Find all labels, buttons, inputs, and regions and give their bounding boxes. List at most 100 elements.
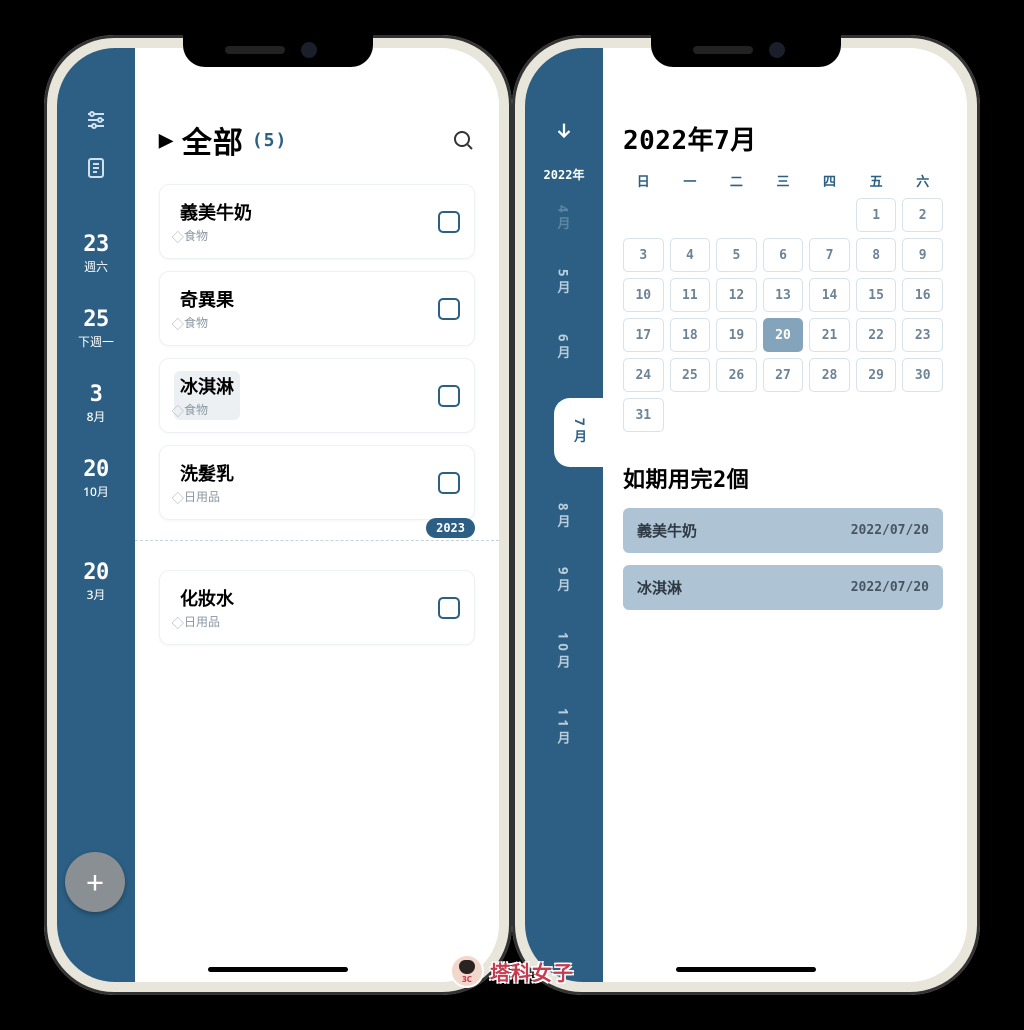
- date-item[interactable]: 38月: [87, 384, 106, 425]
- cal-day[interactable]: 6: [763, 238, 804, 272]
- search-icon[interactable]: [451, 128, 475, 152]
- cal-day[interactable]: 17: [623, 318, 664, 352]
- cal-day[interactable]: 24: [623, 358, 664, 392]
- cal-day[interactable]: 1: [856, 198, 897, 232]
- completed-list: 義美牛奶2022/07/20 冰淇淋2022/07/20: [623, 508, 943, 610]
- date-number: 20: [83, 459, 109, 481]
- item-title: 化妝水: [180, 585, 234, 611]
- cal-day[interactable]: 7: [809, 238, 850, 272]
- cal-day[interactable]: 29: [856, 358, 897, 392]
- cal-day[interactable]: 5: [716, 238, 757, 272]
- card-body: 化妝水 日用品: [174, 583, 240, 632]
- date-item[interactable]: 203月: [83, 562, 109, 603]
- year-label[interactable]: 2022年: [544, 166, 585, 183]
- month-button[interactable]: 8月: [555, 503, 574, 531]
- item-tag: 食物: [180, 401, 234, 418]
- items-list: 義美牛奶 食物 奇異果 食物 冰淇淋 食物 洗髮乳 日用品 化妝水 日用品: [159, 184, 475, 645]
- cal-day[interactable]: 12: [716, 278, 757, 312]
- cal-day[interactable]: 10: [623, 278, 664, 312]
- month-button[interactable]: 5月: [555, 269, 574, 297]
- cal-day[interactable]: 9: [902, 238, 943, 272]
- cal-day[interactable]: 13: [763, 278, 804, 312]
- cal-day[interactable]: 2: [902, 198, 943, 232]
- checkbox[interactable]: [438, 298, 460, 320]
- page-title[interactable]: ▶ 全部 (5): [159, 118, 287, 162]
- item-title: 義美牛奶: [180, 199, 252, 225]
- month-button[interactable]: 10月: [555, 632, 574, 672]
- cal-day[interactable]: 4: [670, 238, 711, 272]
- dow-label: 日: [623, 171, 664, 190]
- item-tag: 日用品: [180, 488, 234, 505]
- dow-label: 四: [809, 171, 850, 190]
- month-button[interactable]: 6月: [555, 334, 574, 362]
- cal-day[interactable]: 31: [623, 398, 664, 432]
- cal-cell-empty: [716, 198, 757, 232]
- cal-day[interactable]: 20: [763, 318, 804, 352]
- item-card[interactable]: 義美牛奶 食物: [159, 184, 475, 259]
- dropdown-triangle-icon: ▶: [159, 128, 174, 152]
- item-card[interactable]: 化妝水 日用品: [159, 570, 475, 645]
- month-button[interactable]: 4月: [555, 205, 574, 233]
- item-card[interactable]: 冰淇淋 食物: [159, 358, 475, 433]
- down-arrow-icon[interactable]: [553, 120, 575, 142]
- checkbox[interactable]: [438, 472, 460, 494]
- cal-day[interactable]: 14: [809, 278, 850, 312]
- month-button[interactable]: 11月: [555, 708, 574, 748]
- date-label: 10月: [83, 483, 109, 500]
- cal-day[interactable]: 16: [902, 278, 943, 312]
- completed-item[interactable]: 冰淇淋2022/07/20: [623, 565, 943, 610]
- cal-day[interactable]: 3: [623, 238, 664, 272]
- date-item[interactable]: 2010月: [83, 459, 109, 500]
- notes-icon[interactable]: [84, 156, 108, 180]
- cal-day[interactable]: 22: [856, 318, 897, 352]
- cal-day[interactable]: 18: [670, 318, 711, 352]
- date-number: 20: [83, 562, 109, 584]
- cal-day[interactable]: 19: [716, 318, 757, 352]
- month-button[interactable]: 7月: [554, 398, 604, 466]
- date-item[interactable]: 25下週一: [78, 309, 114, 350]
- year-divider-chip: 2023: [426, 518, 475, 538]
- day-of-week-row: 日一二三四五六: [623, 171, 943, 190]
- cal-day[interactable]: 27: [763, 358, 804, 392]
- add-button[interactable]: +: [65, 852, 125, 912]
- date-number: 23: [83, 234, 109, 256]
- item-card[interactable]: 洗髮乳 日用品: [159, 445, 475, 520]
- cal-day[interactable]: 11: [670, 278, 711, 312]
- cal-day[interactable]: 30: [902, 358, 943, 392]
- notch: [183, 35, 373, 67]
- dow-label: 三: [763, 171, 804, 190]
- checkbox[interactable]: [438, 385, 460, 407]
- item-tag: 食物: [180, 227, 252, 244]
- calendar-grid: 1234567891011121314151617181920212223242…: [623, 198, 943, 432]
- date-label: 8月: [87, 408, 106, 425]
- dow-label: 一: [670, 171, 711, 190]
- home-indicator[interactable]: [676, 967, 816, 972]
- cal-day[interactable]: 25: [670, 358, 711, 392]
- phone-frame-left: 23週六25下週一38月2010月203月 ▶ 全部 (5) 義美牛奶 食物 奇…: [44, 35, 512, 995]
- cal-day[interactable]: 26: [716, 358, 757, 392]
- cal-day[interactable]: 15: [856, 278, 897, 312]
- date-item[interactable]: 23 週六: [83, 234, 109, 275]
- dow-label: 五: [856, 171, 897, 190]
- cal-day[interactable]: 28: [809, 358, 850, 392]
- item-title: 冰淇淋: [180, 373, 234, 399]
- date-label: 下週一: [78, 333, 114, 350]
- sidebar-dates: 23週六25下週一38月2010月203月: [57, 234, 135, 603]
- filters-icon[interactable]: [84, 108, 108, 132]
- watermark-text: 塔科女子: [490, 957, 574, 986]
- months-list: 4月 5月 6月 7月 8月 9月 10月 11月: [525, 205, 603, 747]
- item-card[interactable]: 奇異果 食物: [159, 271, 475, 346]
- calendar-panel: 2022年7月 日一二三四五六 123456789101112131415161…: [603, 48, 967, 982]
- cal-day[interactable]: 23: [902, 318, 943, 352]
- main-panel: ▶ 全部 (5) 義美牛奶 食物 奇異果 食物 冰淇淋 食物 洗髮乳: [135, 48, 499, 982]
- completed-name: 義美牛奶: [637, 520, 697, 541]
- date-label: 週六: [83, 258, 109, 275]
- home-indicator[interactable]: [208, 967, 348, 972]
- checkbox[interactable]: [438, 597, 460, 619]
- cal-day[interactable]: 21: [809, 318, 850, 352]
- checkbox[interactable]: [438, 211, 460, 233]
- month-button[interactable]: 9月: [555, 567, 574, 595]
- plus-icon: +: [86, 861, 104, 904]
- completed-item[interactable]: 義美牛奶2022/07/20: [623, 508, 943, 553]
- cal-day[interactable]: 8: [856, 238, 897, 272]
